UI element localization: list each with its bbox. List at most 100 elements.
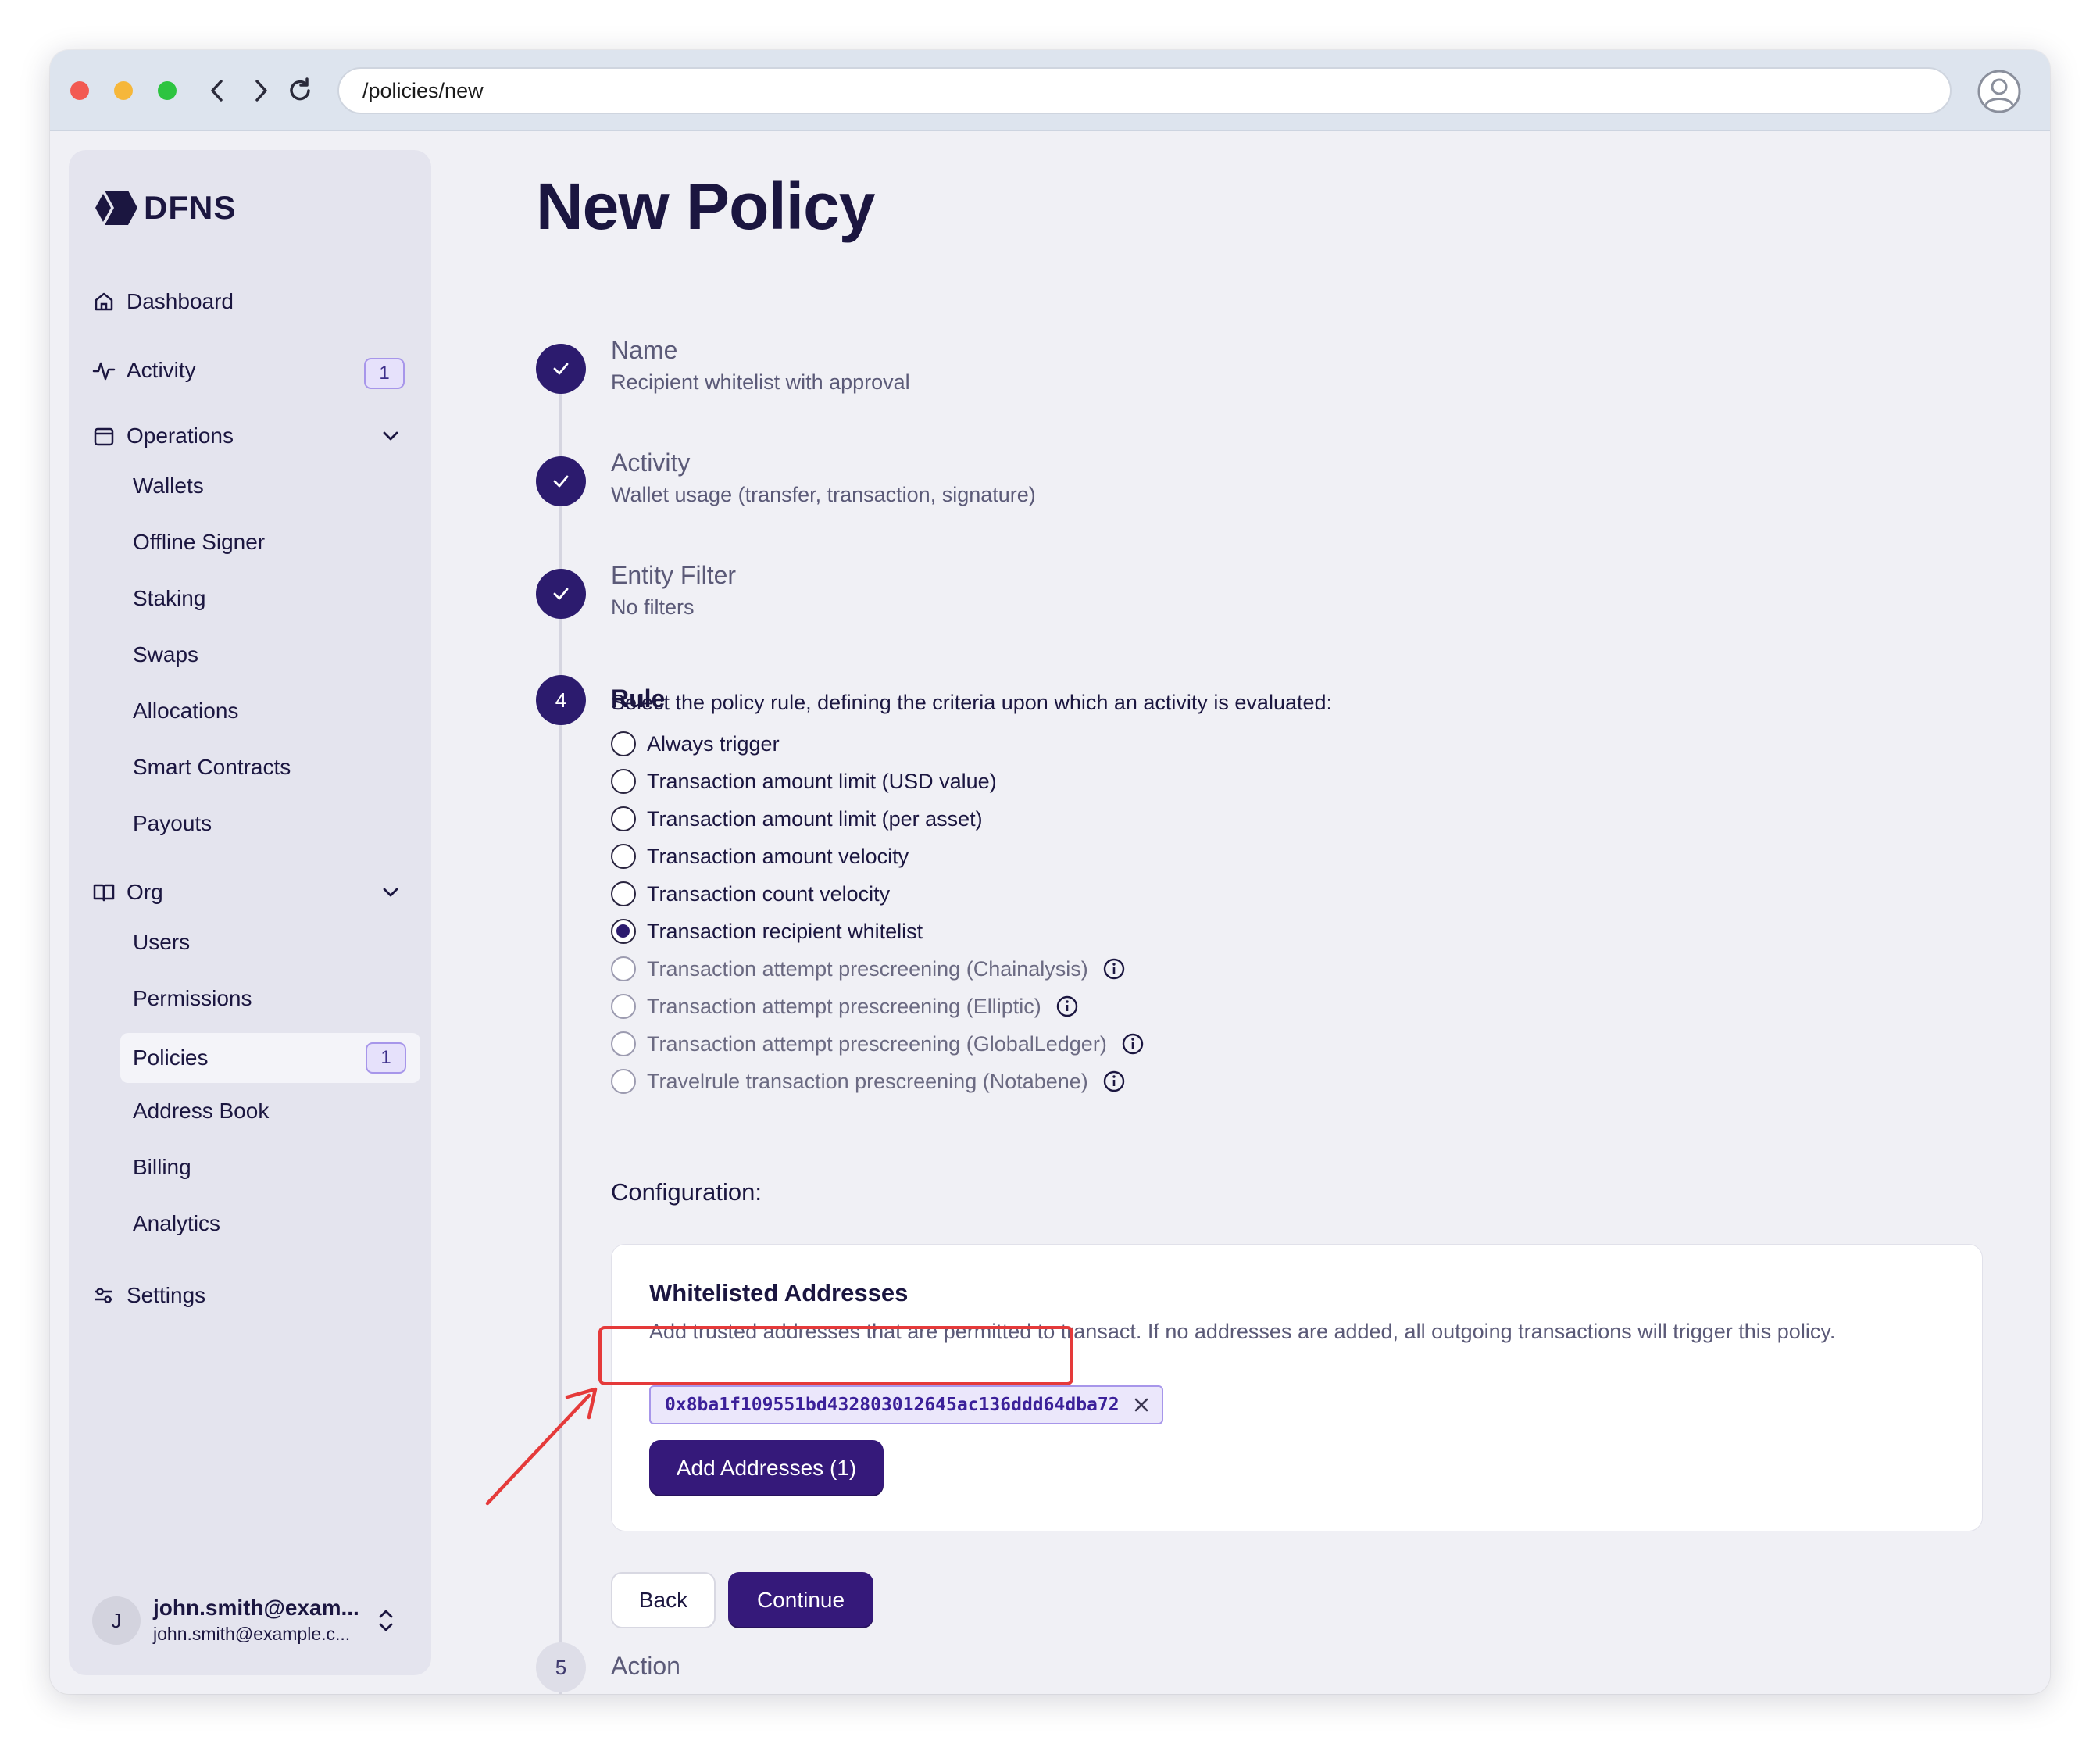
step-action-title: Action xyxy=(611,1652,680,1680)
sidebar-item-settings[interactable]: Settings xyxy=(92,1274,205,1317)
close-window-dot[interactable] xyxy=(70,81,89,100)
radio-button-disabled xyxy=(611,956,636,981)
step-complete-circle xyxy=(536,569,586,619)
minimize-window-dot[interactable] xyxy=(114,81,133,100)
rule-option-amount-limit-usd[interactable]: Transaction amount limit (USD value) xyxy=(611,766,997,797)
rule-option-recipient-whitelist[interactable]: Transaction recipient whitelist xyxy=(611,916,923,947)
sidebar-item-users[interactable]: Users xyxy=(133,920,190,964)
settings-sliders-icon xyxy=(95,1288,112,1303)
rule-option-label: Transaction attempt prescreening (Ellipt… xyxy=(647,994,1041,1018)
rule-option-count-velocity[interactable]: Transaction count velocity xyxy=(611,878,890,910)
rule-option-label: Transaction amount velocity xyxy=(647,844,909,868)
calendar-icon xyxy=(94,427,114,446)
sidebar-item-label: Settings xyxy=(127,1283,206,1307)
whitelisted-addresses-card: Whitelisted Addresses Add trusted addres… xyxy=(611,1244,1983,1531)
user-email: john.smith@example.c... xyxy=(153,1624,351,1644)
step-name-value: Recipient whitelist with approval xyxy=(611,370,910,394)
user-menu[interactable]: J john.smith@exam... john.smith@example.… xyxy=(92,1596,395,1645)
rule-option-always-trigger[interactable]: Always trigger xyxy=(611,728,780,759)
checkmark-icon xyxy=(553,588,569,600)
rule-option-label: Transaction recipient whitelist xyxy=(647,919,923,943)
chevron-down-icon[interactable] xyxy=(381,428,400,444)
continue-button[interactable]: Continue xyxy=(728,1572,873,1628)
profile-icon[interactable] xyxy=(1977,69,2022,114)
dfns-logo-icon xyxy=(95,191,138,225)
address-bar[interactable]: /policies/new xyxy=(338,67,1952,114)
rule-option-amount-limit-asset[interactable]: Transaction amount limit (per asset) xyxy=(611,803,983,834)
dfns-logo[interactable]: DFNS xyxy=(94,189,236,227)
sidebar-section-operations[interactable]: Operations xyxy=(92,414,234,458)
radio-button-selected[interactable] xyxy=(611,919,636,944)
step-activity-title[interactable]: Activity xyxy=(611,449,690,477)
rule-option-amount-velocity[interactable]: Transaction amount velocity xyxy=(611,841,909,872)
book-icon xyxy=(93,884,115,902)
rule-option-label: Transaction attempt prescreening (Global… xyxy=(647,1031,1107,1056)
radio-button-disabled xyxy=(611,994,636,1019)
rule-option-label: Transaction count velocity xyxy=(647,881,891,906)
address-chip: 0x8ba1f109551bd432803012645ac136ddd64dba… xyxy=(649,1385,1163,1424)
sidebar-item-dashboard[interactable]: Dashboard xyxy=(92,280,234,323)
sidebar-item-label: Activity xyxy=(127,358,196,382)
home-icon xyxy=(95,292,113,311)
sidebar-item-label: Dashboard xyxy=(127,289,234,313)
rule-option-notabene: Travelrule transaction prescreening (Not… xyxy=(611,1066,1126,1097)
step-complete-circle xyxy=(536,456,586,506)
rule-option-label: Transaction amount limit (USD value) xyxy=(647,769,997,793)
info-icon[interactable] xyxy=(1102,957,1126,981)
rule-option-label: Travelrule transaction prescreening (Not… xyxy=(647,1069,1088,1093)
browser-window: /policies/new DFNS Dashboard Activity 1 … xyxy=(50,50,2050,1694)
chevron-down-icon[interactable] xyxy=(381,885,400,900)
avatar: J xyxy=(92,1596,141,1645)
step-entity-filter-title[interactable]: Entity Filter xyxy=(611,561,736,590)
browser-toolbar: /policies/new xyxy=(50,50,2050,131)
sidebar-item-swaps[interactable]: Swaps xyxy=(133,633,198,677)
sidebar-item-allocations[interactable]: Allocations xyxy=(133,689,238,733)
policies-count-badge: 1 xyxy=(366,1042,406,1074)
radio-button[interactable] xyxy=(611,731,636,756)
main-content: New Policy Name Recipient whitelist with… xyxy=(488,131,2034,1694)
maximize-window-dot[interactable] xyxy=(158,81,177,100)
sidebar-item-staking[interactable]: Staking xyxy=(133,577,205,620)
sidebar-item-billing[interactable]: Billing xyxy=(133,1145,191,1189)
step-complete-circle xyxy=(536,344,586,394)
sidebar-item-payouts[interactable]: Payouts xyxy=(133,802,212,845)
sidebar-item-address-book[interactable]: Address Book xyxy=(133,1089,269,1133)
reload-icon[interactable] xyxy=(284,75,316,106)
sidebar-item-wallets[interactable]: Wallets xyxy=(133,464,204,508)
radio-button-disabled xyxy=(611,1031,636,1056)
radio-button[interactable] xyxy=(611,844,636,869)
radio-button-disabled xyxy=(611,1069,636,1094)
chevron-up-down-icon xyxy=(379,1610,393,1631)
step-number-circle: 4 xyxy=(536,675,586,725)
step-name-title[interactable]: Name xyxy=(611,336,677,365)
rule-option-label: Transaction amount limit (per asset) xyxy=(647,806,983,831)
info-icon[interactable] xyxy=(1121,1032,1145,1056)
rule-option-label: Always trigger xyxy=(647,731,780,756)
radio-button[interactable] xyxy=(611,806,636,831)
info-icon[interactable] xyxy=(1102,1070,1126,1093)
step-number-circle: 5 xyxy=(536,1642,586,1692)
sidebar-item-offline-signer[interactable]: Offline Signer xyxy=(133,520,265,564)
sidebar-section-org[interactable]: Org xyxy=(92,870,163,914)
sidebar-item-analytics[interactable]: Analytics xyxy=(133,1202,220,1245)
rule-option-elliptic: Transaction attempt prescreening (Ellipt… xyxy=(611,991,1079,1022)
step-activity-value: Wallet usage (transfer, transaction, sig… xyxy=(611,483,1036,506)
user-name: john.smith@exam... xyxy=(153,1596,359,1620)
sidebar-item-smart-contracts[interactable]: Smart Contracts xyxy=(133,745,291,789)
back-arrow-icon[interactable] xyxy=(202,75,233,106)
sidebar-item-permissions[interactable]: Permissions xyxy=(133,977,252,1020)
add-addresses-button[interactable]: Add Addresses (1) xyxy=(649,1440,884,1496)
back-button[interactable]: Back xyxy=(611,1572,716,1628)
rule-option-label: Transaction attempt prescreening (Chaina… xyxy=(647,956,1088,981)
page-title: New Policy xyxy=(536,170,876,243)
radio-button[interactable] xyxy=(611,769,636,794)
forward-arrow-icon[interactable] xyxy=(245,75,277,106)
checkmark-icon xyxy=(553,363,569,375)
sidebar-item-activity[interactable]: Activity xyxy=(92,348,408,392)
annotation-highlight-box xyxy=(598,1326,1073,1385)
annotation-arrow-icon xyxy=(485,1387,598,1506)
info-icon[interactable] xyxy=(1055,995,1079,1018)
radio-button[interactable] xyxy=(611,881,636,906)
remove-address-icon[interactable] xyxy=(1132,1396,1151,1414)
sidebar-section-label: Org xyxy=(127,880,163,904)
